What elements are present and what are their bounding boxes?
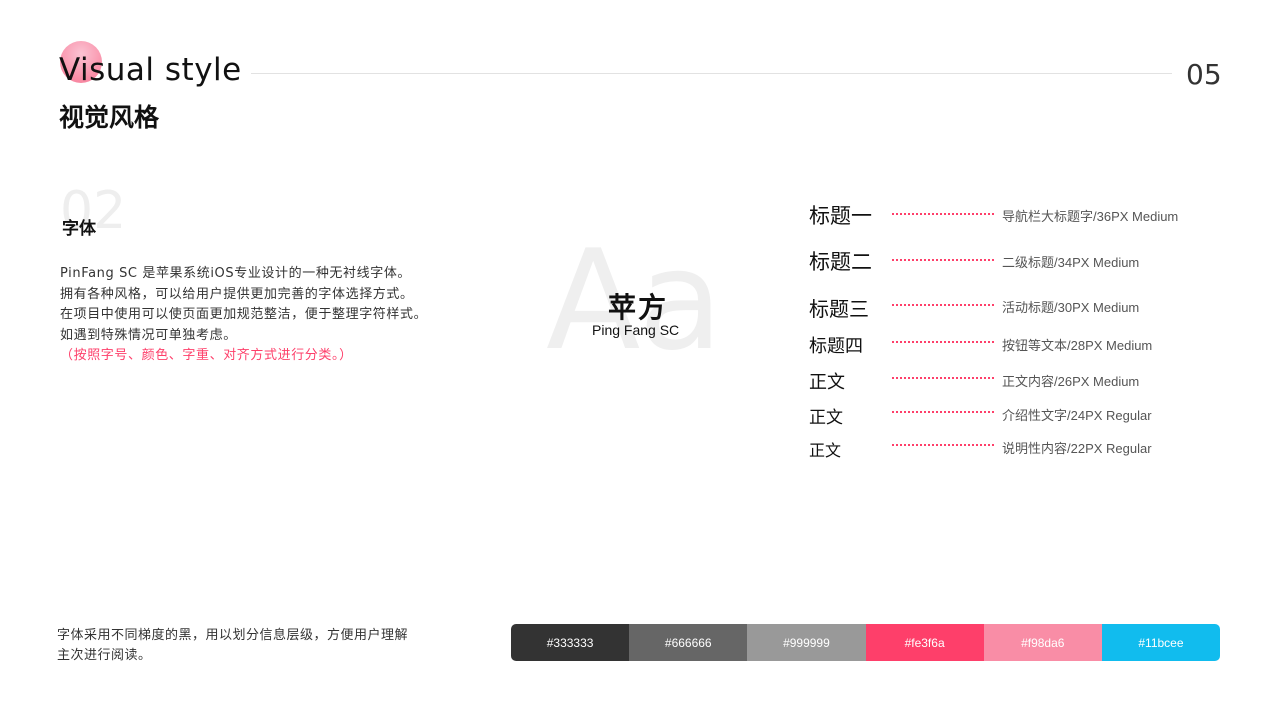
type-scale-spec: 导航栏大标题字/36PX Medium: [1002, 209, 1179, 224]
color-swatch: #11bcee: [1101, 624, 1220, 661]
page-number: 05: [1186, 58, 1222, 91]
type-scale-label: 正文: [809, 372, 845, 393]
color-swatch: #fe3f6a: [865, 624, 984, 661]
color-swatch: #333333: [511, 624, 630, 661]
color-palette: #333333 #666666 #999999 #fe3f6a #f98da6 …: [511, 624, 1220, 661]
description-line: 在项目中使用可以使页面更加规范整洁，便于整理字符样式。: [60, 307, 428, 322]
dotted-leader: [892, 377, 994, 379]
type-scale-spec: 说明性内容/22PX Regular: [1002, 441, 1152, 456]
type-scale-spec: 正文内容/26PX Medium: [1002, 374, 1140, 389]
font-description: PinFang SC 是苹果系统iOS专业设计的一种无衬线字体。 拥有各种风格，…: [60, 264, 480, 367]
description-line: 拥有各种风格，可以给用户提供更加完善的字体选择方式。: [60, 286, 414, 302]
footer-note-line: 字体采用不同梯度的黑，用以划分信息层级，方便用户理解: [57, 628, 409, 643]
page-title-zh: 视觉风格: [59, 103, 160, 132]
type-scale-spec: 活动标题/30PX Medium: [1002, 300, 1140, 315]
type-scale-label: 标题四: [809, 336, 863, 357]
description-accent-line: （按照字号、颜色、字重、对齐方式进行分类。）: [60, 348, 353, 363]
dotted-leader: [892, 411, 994, 413]
section-title: 字体: [62, 219, 96, 239]
color-swatch: #f98da6: [983, 624, 1102, 661]
footer-note: 字体采用不同梯度的黑，用以划分信息层级，方便用户理解 主次进行阅读。: [57, 626, 457, 666]
dotted-leader: [892, 341, 994, 343]
dotted-leader: [892, 444, 994, 446]
type-scale-label: 正文: [809, 441, 842, 460]
description-line: PinFang SC 是苹果系统iOS专业设计的一种无衬线字体。: [60, 266, 412, 281]
type-scale-label: 标题三: [809, 297, 869, 321]
color-swatch: #666666: [629, 624, 748, 661]
header-divider: [251, 73, 1172, 74]
dotted-leader: [892, 304, 994, 306]
font-name-zh: 苹方: [608, 291, 669, 324]
dotted-leader: [892, 259, 994, 261]
dotted-leader: [892, 213, 994, 215]
footer-note-line: 主次进行阅读。: [57, 648, 152, 663]
type-scale-label: 正文: [809, 408, 843, 428]
page-title-en: Visual style: [59, 52, 242, 88]
font-name-en: Ping Fang SC: [592, 322, 680, 338]
type-scale-spec: 二级标题/34PX Medium: [1002, 255, 1140, 270]
type-scale-label: 标题一: [809, 204, 872, 228]
description-line: 如遇到特殊情况可单独考虑。: [60, 327, 237, 343]
type-scale-spec: 介绍性文字/24PX Regular: [1002, 408, 1152, 423]
color-swatch: #999999: [747, 624, 866, 661]
type-scale-spec: 按钮等文本/28PX Medium: [1002, 338, 1153, 353]
type-scale-label: 标题二: [809, 250, 872, 274]
